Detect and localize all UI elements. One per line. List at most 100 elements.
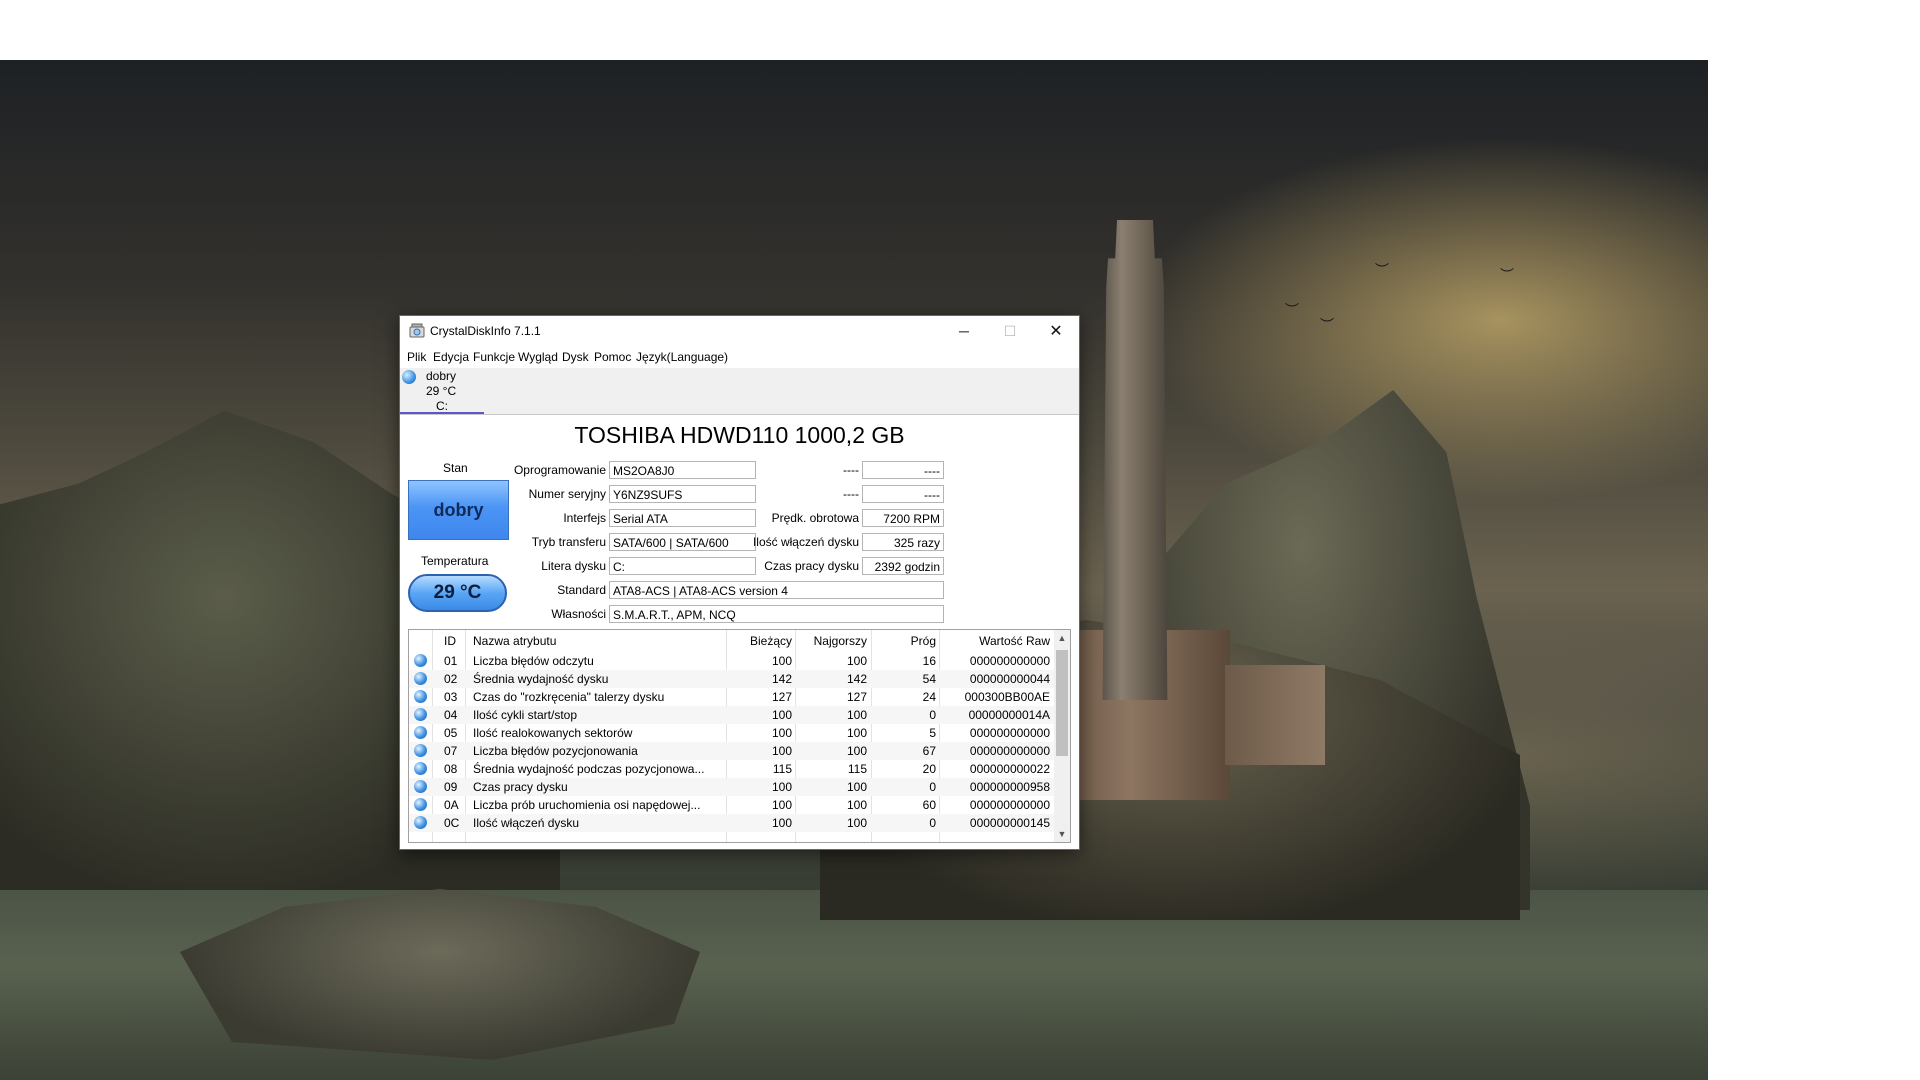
header-worst[interactable]: Najgorszy <box>795 634 867 648</box>
cell-name: Liczba błędów odczytu <box>473 654 594 668</box>
cell-name: Liczba prób uruchomienia osi napędowej..… <box>473 798 701 812</box>
cell-name: Ilość cykli start/stop <box>473 708 578 722</box>
info-value-drive-letter: C: <box>609 557 756 575</box>
cell-id: 0C <box>444 816 460 830</box>
table-row[interactable]: 01 Liczba błędów odczytu 100 100 16 0000… <box>409 652 1054 670</box>
table-row[interactable]: 09 Czas pracy dysku 100 100 0 0000000009… <box>409 778 1054 796</box>
window-title: CrystalDiskInfo 7.1.1 <box>430 324 541 338</box>
crystaldiskinfo-window[interactable]: CrystalDiskInfo 7.1.1 ─ ☐ ✕ Plik Edycja … <box>399 315 1080 850</box>
cell-threshold: 0 <box>929 708 936 722</box>
info-label-drive-letter: Litera dysku <box>541 559 606 573</box>
info-label-interface: Interfejs <box>563 511 606 525</box>
cell-worst: 100 <box>846 726 867 740</box>
info-value-transfer-mode: SATA/600 | SATA/600 <box>609 533 756 551</box>
bird-icon: ︶ <box>1320 318 1334 334</box>
cell-worst: 142 <box>846 672 867 686</box>
menu-pomoc[interactable]: Pomoc <box>594 350 631 364</box>
cell-id: 02 <box>444 672 458 686</box>
table-row[interactable]: 02 Średnia wydajność dysku 142 142 54 00… <box>409 670 1054 688</box>
table-scrollbar[interactable]: ▲ ▼ <box>1054 630 1070 842</box>
info-value-serial: Y6NZ9SUFS <box>609 485 756 503</box>
good-status-dot-icon <box>414 816 427 829</box>
crystaldiskinfo-icon <box>409 323 425 338</box>
cell-raw: 000000000000 <box>969 726 1050 740</box>
cell-worst: 115 <box>847 762 867 776</box>
temperature-button[interactable]: 29 °C <box>408 574 507 612</box>
health-status-button[interactable]: dobry <box>408 480 509 540</box>
info-value-right-1: ---- <box>862 461 944 479</box>
scroll-down-icon[interactable]: ▼ <box>1054 826 1070 842</box>
disk-model-title: TOSHIBA HDWD110 1000,2 GB <box>574 422 905 448</box>
cell-current: 142 <box>771 672 792 686</box>
cell-current: 100 <box>771 780 792 794</box>
cell-worst: 100 <box>846 654 867 668</box>
header-id[interactable]: ID <box>444 634 456 648</box>
cell-name: Ilość włączeń dysku <box>473 816 580 830</box>
cell-name: Ilość realokowanych sektorów <box>473 726 633 740</box>
info-label-power-on-count: Ilość włączeń dysku <box>752 535 859 549</box>
good-status-dot-icon <box>414 708 427 721</box>
info-value-power-on-count: 325 razy <box>862 533 944 551</box>
cell-raw: 000000000044 <box>969 672 1050 686</box>
menu-edycja[interactable]: Edycja <box>433 350 469 364</box>
info-label-rotation-rate: Prędk. obrotowa <box>771 511 859 525</box>
info-label-right-1: ---- <box>843 463 859 477</box>
good-status-dot-icon <box>414 690 427 703</box>
menu-dysk[interactable]: Dysk <box>562 350 589 364</box>
table-row[interactable]: 0A Liczba prób uruchomienia osi napędowe… <box>409 796 1054 814</box>
cell-raw: 000000000000 <box>969 798 1050 812</box>
title-bar[interactable]: CrystalDiskInfo 7.1.1 ─ ☐ ✕ <box>400 316 1079 346</box>
maximize-button[interactable]: ☐ <box>987 316 1033 346</box>
smart-table-header: ID Nazwa atrybutu Bieżący Najgorszy Próg… <box>409 630 1054 652</box>
table-row[interactable]: 08 Średnia wydajność podczas pozycjonowa… <box>409 760 1054 778</box>
header-attribute-name[interactable]: Nazwa atrybutu <box>473 634 556 648</box>
cell-threshold: 54 <box>922 672 936 686</box>
header-current[interactable]: Bieżący <box>726 634 792 648</box>
table-row[interactable]: 04 Ilość cykli start/stop 100 100 0 0000… <box>409 706 1054 724</box>
smart-attributes-table[interactable]: ID Nazwa atrybutu Bieżący Najgorszy Próg… <box>408 629 1071 843</box>
cell-name: Czas do "rozkręcenia" talerzy dysku <box>473 690 665 704</box>
cell-name: Średnia wydajność dysku <box>473 672 609 686</box>
table-row[interactable]: 07 Liczba błędów pozycjonowania 100 100 … <box>409 742 1054 760</box>
temperature-label: Temperatura <box>421 554 489 568</box>
cell-threshold: 24 <box>922 690 936 704</box>
info-label-right-2: ---- <box>843 487 859 501</box>
info-label-standard: Standard <box>557 583 606 597</box>
menu-language[interactable]: Język(Language) <box>636 350 728 364</box>
header-raw-value[interactable]: Wartość Raw <box>939 634 1050 648</box>
cell-raw: 000300BB00AE <box>964 690 1050 704</box>
good-status-dot-icon <box>414 744 427 757</box>
cell-worst: 100 <box>846 798 867 812</box>
info-value-features: S.M.A.R.T., APM, NCQ <box>609 605 944 623</box>
info-value-right-2: ---- <box>862 485 944 503</box>
cell-worst: 127 <box>846 690 867 704</box>
cell-raw: 000000000022 <box>969 762 1050 776</box>
cell-raw: 00000000014A <box>968 708 1050 722</box>
drive-tab-c[interactable]: dobry 29 °C C: <box>400 368 484 414</box>
cell-id: 01 <box>444 654 458 668</box>
header-threshold[interactable]: Próg <box>871 634 936 648</box>
table-row[interactable]: 05 Ilość realokowanych sektorów 100 100 … <box>409 724 1054 742</box>
menu-funkcje[interactable]: Funkcje <box>473 350 515 364</box>
good-status-dot-icon <box>414 762 427 775</box>
scrollbar-thumb[interactable] <box>1056 650 1068 756</box>
cell-current: 100 <box>771 798 792 812</box>
cell-threshold: 0 <box>929 780 936 794</box>
cell-threshold: 60 <box>922 798 936 812</box>
table-row[interactable]: 0C Ilość włączeń dysku 100 100 0 0000000… <box>409 814 1054 832</box>
close-button[interactable]: ✕ <box>1033 316 1079 346</box>
menu-plik[interactable]: Plik <box>407 350 426 364</box>
bird-icon: ︶ <box>1285 303 1299 319</box>
minimize-button[interactable]: ─ <box>941 316 987 346</box>
scroll-up-icon[interactable]: ▲ <box>1054 630 1070 646</box>
cell-name: Liczba błędów pozycjonowania <box>473 744 638 758</box>
cell-current: 100 <box>771 726 792 740</box>
table-row[interactable]: 03 Czas do "rozkręcenia" talerzy dysku 1… <box>409 688 1054 706</box>
cell-current: 100 <box>771 654 792 668</box>
cell-current: 100 <box>771 708 792 722</box>
cell-threshold: 5 <box>929 726 936 740</box>
wallpaper-small-house <box>1225 665 1325 765</box>
cell-id: 05 <box>444 726 458 740</box>
menu-wyglad[interactable]: Wygląd <box>518 350 558 364</box>
cell-name: Średnia wydajność podczas pozycjonowa... <box>473 762 705 776</box>
